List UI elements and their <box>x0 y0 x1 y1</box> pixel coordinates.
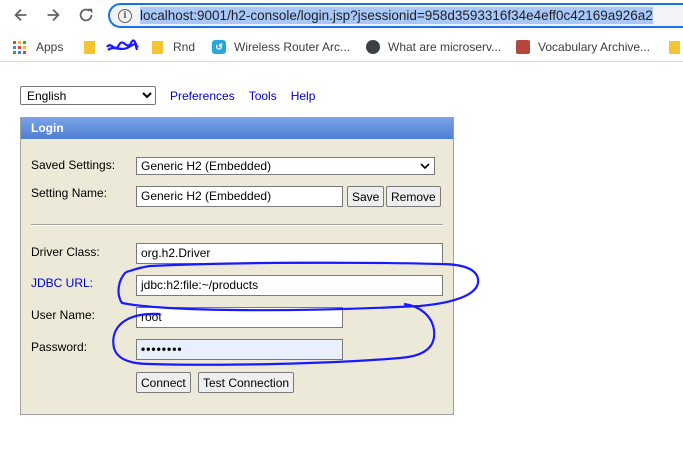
saved-settings-label: Saved Settings: <box>31 158 116 172</box>
back-arrow-icon <box>14 8 27 22</box>
login-panel: Login Saved Settings: Generic H2 (Embedd… <box>20 117 454 415</box>
folder-icon <box>669 40 680 54</box>
preferences-link[interactable]: Preferences <box>170 89 235 103</box>
bookmarks-bar: Apps Rnd ↺ Wireless Router Arc... What a… <box>0 32 683 62</box>
bookmark-folder-redacted[interactable] <box>84 38 139 56</box>
help-link[interactable]: Help <box>291 89 316 103</box>
folder-icon <box>152 40 163 54</box>
password-label: Password: <box>31 340 88 354</box>
user-name-label: User Name: <box>31 308 96 322</box>
driver-class-input[interactable]: org.h2.Driver <box>136 243 443 264</box>
globe-icon <box>366 40 380 54</box>
saved-settings-select[interactable]: Generic H2 (Embedded) <box>136 157 435 175</box>
jdbc-url-input[interactable]: jdbc:h2:file:~/products <box>136 275 443 296</box>
bookmark-label: Apps <box>36 40 64 54</box>
folder-icon <box>84 40 95 54</box>
password-input[interactable]: •••••••• <box>136 339 343 360</box>
jdbc-url-label[interactable]: JDBC URL: <box>31 276 93 290</box>
reload-button[interactable] <box>75 4 97 26</box>
address-url[interactable]: localhost:9001/h2-console/login.jsp?jses… <box>140 7 653 24</box>
bookmark-wireless-router[interactable]: ↺ Wireless Router Arc... <box>212 38 350 56</box>
forward-button[interactable] <box>42 4 64 26</box>
user-name-input[interactable]: root <box>136 307 343 328</box>
saved-settings-value: Generic H2 (Embedded) <box>141 159 272 173</box>
save-button[interactable]: Save <box>347 186 385 207</box>
bookmark-microservices[interactable]: What are microserv... <box>366 38 501 56</box>
bookmark-label: What are microserv... <box>388 40 502 54</box>
router-site-icon: ↺ <box>212 40 226 54</box>
bookmark-label: Wireless Router Arc... <box>234 40 351 54</box>
connect-button[interactable]: Connect <box>136 372 191 393</box>
section-divider <box>31 224 443 226</box>
reload-icon <box>79 8 93 22</box>
redacted-scribble-icon <box>106 39 139 51</box>
bookmark-apps[interactable]: Apps <box>13 38 63 56</box>
address-bar[interactable]: i localhost:9001/h2-console/login.jsp?js… <box>108 3 683 28</box>
apps-grid-icon <box>13 40 26 54</box>
test-connection-button[interactable]: Test Connection <box>198 372 295 393</box>
forward-arrow-icon <box>47 8 60 22</box>
site-info-icon[interactable]: i <box>118 8 132 23</box>
chevron-down-icon <box>420 163 430 170</box>
driver-class-label: Driver Class: <box>31 245 100 259</box>
top-navigation: English Preferences Tools Help <box>20 86 315 105</box>
bookmark-vocabulary[interactable]: Vocabulary Archive... <box>516 38 650 56</box>
bookmark-label: Rnd <box>173 40 196 54</box>
tools-link[interactable]: Tools <box>249 89 277 103</box>
book-site-icon <box>516 40 530 54</box>
bookmark-label: Vocabulary Archive... <box>538 40 651 54</box>
setting-name-label: Setting Name: <box>31 186 108 200</box>
bookmark-rnd[interactable]: Rnd <box>152 38 195 56</box>
remove-button[interactable]: Remove <box>386 186 441 207</box>
back-button[interactable] <box>10 4 32 26</box>
language-select[interactable]: English <box>20 86 156 105</box>
login-panel-title: Login <box>21 118 453 139</box>
browser-toolbar: i localhost:9001/h2-console/login.jsp?js… <box>0 0 683 32</box>
bookmark-folder-overflow[interactable] <box>669 38 683 56</box>
setting-name-input[interactable]: Generic H2 (Embedded) <box>136 186 343 207</box>
